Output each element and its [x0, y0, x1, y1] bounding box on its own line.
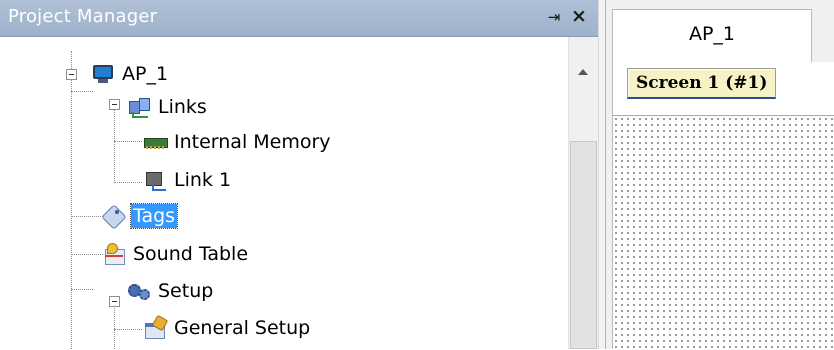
tree-line	[114, 182, 142, 183]
tree-line	[114, 329, 142, 330]
tree-line	[71, 254, 103, 255]
setup-gears-icon	[128, 280, 150, 302]
screen-tab-1[interactable]: Screen 1 (#1)	[627, 68, 777, 99]
tree-line	[71, 289, 93, 290]
tree-line	[114, 301, 115, 349]
tree-item-ap-1[interactable]: AP_1	[92, 59, 170, 89]
tree-item-setup[interactable]: Setup	[128, 276, 215, 306]
tree-item-label: Sound Table	[133, 243, 249, 265]
tree-item-label: AP_1	[122, 63, 169, 85]
screen-tab-label: Screen 1 (#1)	[636, 73, 768, 93]
editor-area: AP_1 Screen 1 (#1)	[606, 0, 834, 350]
tree-item-label: Setup	[158, 280, 214, 302]
scroll-up-arrow-icon[interactable]	[578, 69, 588, 75]
collapse-root-toggle[interactable]	[66, 69, 77, 80]
document-tab-label: AP_1	[688, 23, 736, 45]
monitor-icon	[92, 63, 114, 85]
memory-icon	[144, 131, 168, 153]
tree-item-general-setup[interactable]: General Setup	[144, 313, 312, 343]
links-icon	[128, 96, 150, 118]
pin-icon[interactable]: ⇥	[544, 6, 564, 28]
tree-item-link-1[interactable]: Link 1	[144, 165, 233, 195]
panel-title: Project Manager	[8, 6, 158, 27]
project-manager-titlebar: Project Manager ⇥ ×	[0, 0, 598, 37]
tree-item-tags[interactable]: Tags	[101, 201, 179, 231]
tree-line	[71, 91, 93, 92]
sound-table-icon	[103, 243, 125, 265]
tree-line	[71, 216, 103, 217]
tree-scrollbar[interactable]	[568, 37, 598, 349]
tree-item-links[interactable]: Links	[128, 92, 209, 122]
tree-item-sound-table[interactable]: Sound Table	[103, 239, 250, 269]
tree-item-label: Internal Memory	[174, 131, 331, 153]
tags-icon	[101, 204, 127, 230]
tree-line	[114, 141, 142, 142]
tree-item-label: Links	[158, 96, 207, 118]
collapse-setup-toggle[interactable]	[109, 296, 120, 307]
document-tab-ap-1[interactable]: AP_1	[612, 9, 812, 62]
project-tree: AP_1 Links Internal Memory Link 1 Tags S…	[0, 37, 568, 349]
tree-item-internal-memory[interactable]: Internal Memory	[144, 127, 333, 157]
document-body: Screen 1 (#1)	[612, 62, 834, 350]
tree-line	[71, 51, 72, 349]
tree-item-label: General Setup	[174, 317, 311, 339]
general-setup-icon	[144, 314, 169, 339]
panel-splitter[interactable]	[598, 0, 606, 349]
tree-line	[114, 103, 115, 183]
screen-design-canvas[interactable]	[613, 115, 834, 350]
collapse-links-toggle[interactable]	[109, 99, 120, 110]
scroll-thumb[interactable]	[570, 141, 597, 349]
link-device-icon	[144, 169, 166, 191]
project-manager-panel: Project Manager ⇥ × AP_1 Links Internal …	[0, 0, 598, 349]
tree-item-label: Tags	[129, 203, 179, 229]
tree-item-label: Link 1	[174, 169, 232, 191]
close-icon[interactable]: ×	[568, 4, 590, 28]
